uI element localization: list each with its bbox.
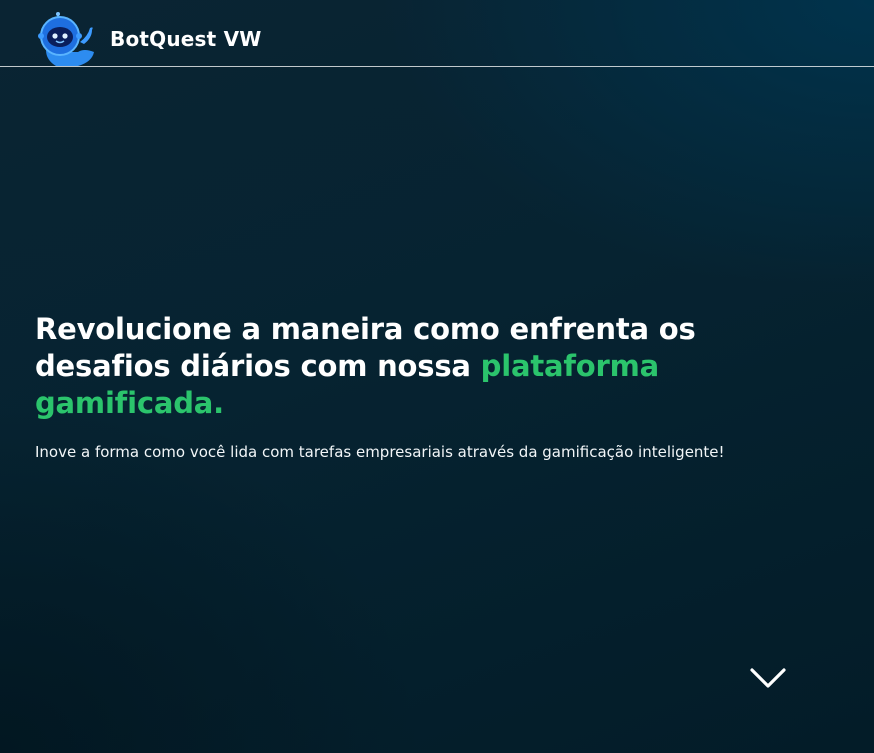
navbar: BotQuest VW xyxy=(0,0,874,67)
brand-name[interactable]: BotQuest VW xyxy=(110,26,262,52)
hero-subheadline: Inove a forma como você lida com tarefas… xyxy=(35,443,725,461)
chevron-down-icon[interactable] xyxy=(748,664,788,692)
hero-section: Revolucione a maneira como enfrenta os d… xyxy=(35,311,835,462)
robot-mascot-icon[interactable] xyxy=(34,12,96,68)
hero-headline: Revolucione a maneira como enfrenta os d… xyxy=(35,311,835,422)
